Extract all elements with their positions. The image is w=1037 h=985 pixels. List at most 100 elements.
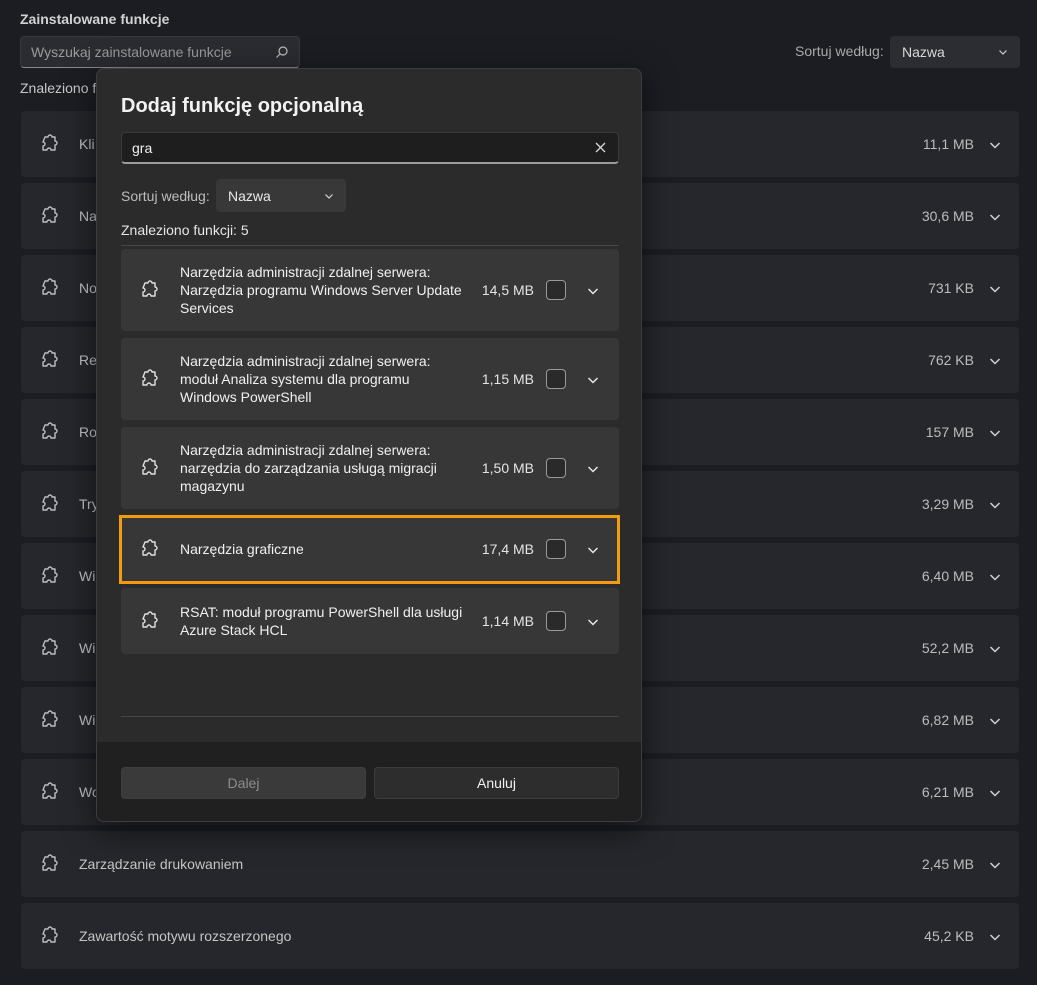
feature-size: 1,15 MB xyxy=(481,371,534,387)
dialog-sort-value: Nazwa xyxy=(228,187,271,204)
puzzle-icon xyxy=(39,782,59,802)
feature-size: 17,4 MB xyxy=(481,541,534,557)
dialog-title: Dodaj funkcję opcjonalną xyxy=(121,95,364,117)
installed-feature-name: Wi xyxy=(79,568,96,584)
chevron-down-icon[interactable] xyxy=(587,462,599,474)
puzzle-icon xyxy=(39,422,59,442)
installed-sort-value: Nazwa xyxy=(902,44,945,60)
feature-search-input[interactable] xyxy=(132,139,592,156)
puzzle-icon xyxy=(139,611,159,631)
feature-checkbox[interactable] xyxy=(546,280,566,300)
next-button[interactable]: Dalej xyxy=(121,767,366,799)
feature-checkbox[interactable] xyxy=(546,458,566,478)
chevron-down-icon[interactable] xyxy=(989,138,1001,150)
chevron-down-icon[interactable] xyxy=(587,543,599,555)
feature-size: 1,50 MB xyxy=(481,460,534,476)
chevron-down-icon[interactable] xyxy=(989,354,1001,366)
installed-feature-name: Ro xyxy=(79,424,97,440)
feature-search-field[interactable] xyxy=(121,132,619,164)
installed-feature-name: Wi xyxy=(79,712,96,728)
puzzle-icon xyxy=(39,926,59,946)
installed-feature-size: 45,2 KB xyxy=(924,928,974,944)
puzzle-icon xyxy=(39,494,59,514)
feature-checkbox[interactable] xyxy=(546,611,566,631)
installed-feature-size: 3,29 MB xyxy=(921,496,974,512)
chevron-down-icon xyxy=(999,50,1007,55)
chevron-down-icon[interactable] xyxy=(989,714,1001,726)
puzzle-icon xyxy=(139,539,159,559)
chevron-down-icon[interactable] xyxy=(989,426,1001,438)
chevron-down-icon[interactable] xyxy=(587,373,599,385)
chevron-down-icon[interactable] xyxy=(989,930,1001,942)
installed-feature-size: 2,45 MB xyxy=(921,856,974,872)
dialog-sort-label: Sortuj według: xyxy=(121,188,210,204)
feature-size: 14,5 MB xyxy=(481,282,534,298)
chevron-down-icon xyxy=(325,193,333,199)
close-icon[interactable] xyxy=(592,140,608,156)
installed-feature-size: 6,40 MB xyxy=(921,568,974,584)
feature-item[interactable]: Narzędzia administracji zdalnej serwera:… xyxy=(121,427,619,509)
dialog-sort-dropdown[interactable]: Nazwa xyxy=(216,179,346,212)
installed-feature-name: No xyxy=(79,280,97,296)
installed-feature-size: 30,6 MB xyxy=(921,208,974,224)
installed-feature-name: Zawartość motywu rozszerzonego xyxy=(79,928,292,944)
installed-feature-name: Kli xyxy=(79,136,95,152)
installed-feature-size: 11,1 MB xyxy=(922,136,974,152)
installed-feature-size: 731 KB xyxy=(928,280,974,296)
installed-sort-dropdown[interactable]: Nazwa xyxy=(890,36,1020,68)
installed-feature-name: Zarządzanie drukowaniem xyxy=(79,856,244,872)
search-icon xyxy=(276,46,288,58)
installed-sort-label: Sortuj według: xyxy=(795,43,884,59)
installed-feature-size: 52,2 MB xyxy=(921,640,974,656)
feature-item[interactable]: Narzędzia administracji zdalnej serwera:… xyxy=(121,338,619,420)
add-optional-feature-dialog: Dodaj funkcję opcjonalną Sortuj według: … xyxy=(96,68,642,822)
dialog-found-count: Znaleziono funkcji: 5 xyxy=(121,222,249,238)
installed-search-placeholder: Wyszukaj zainstalowane funkcje xyxy=(31,44,232,60)
puzzle-icon xyxy=(39,710,59,730)
chevron-down-icon[interactable] xyxy=(989,210,1001,222)
divider xyxy=(121,245,619,246)
feature-name: Narzędzia administracji zdalnej serwera:… xyxy=(180,353,431,405)
puzzle-icon xyxy=(39,854,59,874)
installed-feature-row[interactable]: Zarządzanie drukowaniem 2,45 MB xyxy=(21,831,1019,897)
feature-item[interactable]: RSAT: moduł programu PowerShell dla usłu… xyxy=(121,588,619,654)
puzzle-icon xyxy=(39,350,59,370)
puzzle-icon xyxy=(39,134,59,154)
installed-feature-size: 762 KB xyxy=(928,352,974,368)
installed-found-count: Znaleziono f xyxy=(20,80,97,96)
divider xyxy=(121,716,619,717)
feature-size: 1,14 MB xyxy=(481,613,534,629)
cancel-button[interactable]: Anuluj xyxy=(374,767,619,799)
installed-feature-size: 6,82 MB xyxy=(921,712,974,728)
chevron-down-icon[interactable] xyxy=(989,498,1001,510)
installed-feature-name: Na xyxy=(79,208,97,224)
puzzle-icon xyxy=(39,566,59,586)
chevron-down-icon[interactable] xyxy=(989,642,1001,654)
feature-checkbox[interactable] xyxy=(546,369,566,389)
puzzle-icon xyxy=(39,278,59,298)
feature-item[interactable]: Narzędzia administracji zdalnej serwera:… xyxy=(121,249,619,331)
installed-features-title: Zainstalowane funkcje xyxy=(20,11,170,27)
dialog-footer: Dalej Anuluj xyxy=(97,742,641,821)
chevron-down-icon[interactable] xyxy=(989,570,1001,582)
feature-name: Narzędzia graficzne xyxy=(180,541,304,557)
installed-feature-size: 6,21 MB xyxy=(921,784,974,800)
chevron-down-icon[interactable] xyxy=(989,858,1001,870)
puzzle-icon xyxy=(139,458,159,478)
puzzle-icon xyxy=(139,280,159,300)
feature-name: RSAT: moduł programu PowerShell dla usłu… xyxy=(180,604,463,638)
installed-feature-size: 157 MB xyxy=(925,424,974,440)
chevron-down-icon[interactable] xyxy=(989,786,1001,798)
installed-feature-row[interactable]: Zawartość motywu rozszerzonego 45,2 KB xyxy=(21,903,1019,969)
feature-checkbox[interactable] xyxy=(546,539,566,559)
puzzle-icon xyxy=(139,369,159,389)
puzzle-icon xyxy=(39,638,59,658)
chevron-down-icon[interactable] xyxy=(989,282,1001,294)
installed-search-input[interactable]: Wyszukaj zainstalowane funkcje xyxy=(20,36,300,68)
puzzle-icon xyxy=(39,206,59,226)
installed-feature-name: Wi xyxy=(79,640,96,656)
feature-item[interactable]: Narzędzia graficzne 17,4 MB xyxy=(121,516,619,582)
feature-name: Narzędzia administracji zdalnej serwera:… xyxy=(180,442,437,494)
chevron-down-icon[interactable] xyxy=(587,284,599,296)
chevron-down-icon[interactable] xyxy=(587,615,599,627)
